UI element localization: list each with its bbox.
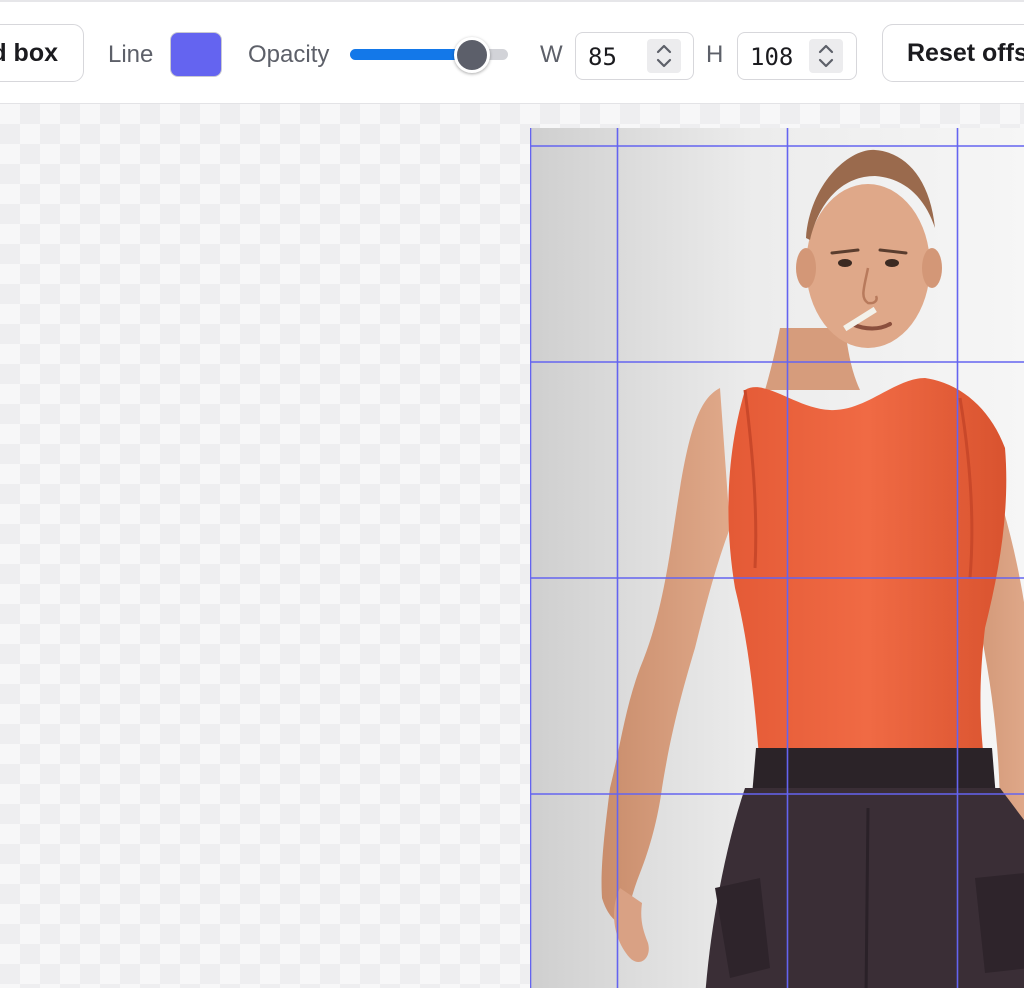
photo-person-icon [530,128,1024,988]
height-label: H [706,41,724,68]
photo-image [530,128,1024,988]
width-label: W [540,41,563,68]
width-input-value: 85 [588,43,617,71]
width-input[interactable]: 85 [575,32,694,80]
height-stepper-icon[interactable] [809,39,843,73]
opacity-slider[interactable] [350,36,512,74]
width-stepper-icon[interactable] [647,39,681,73]
bounding-box-button-label: d box [0,38,58,67]
opacity-slider-thumb[interactable] [453,37,490,73]
reset-offset-button-label: Reset offs [907,38,1024,67]
line-label: Line [108,41,154,68]
reset-offset-button[interactable]: Reset offs [882,24,1024,82]
canvas-area[interactable] [0,104,1024,988]
height-input[interactable]: 108 [737,32,857,80]
line-color-swatch[interactable] [170,32,222,77]
opacity-label: Opacity [248,41,330,68]
height-input-value: 108 [750,43,794,71]
bounding-box-button[interactable]: d box [0,24,84,82]
toolbar: d box Line Opacity W 85 H 108 Reset offs [0,0,1024,104]
